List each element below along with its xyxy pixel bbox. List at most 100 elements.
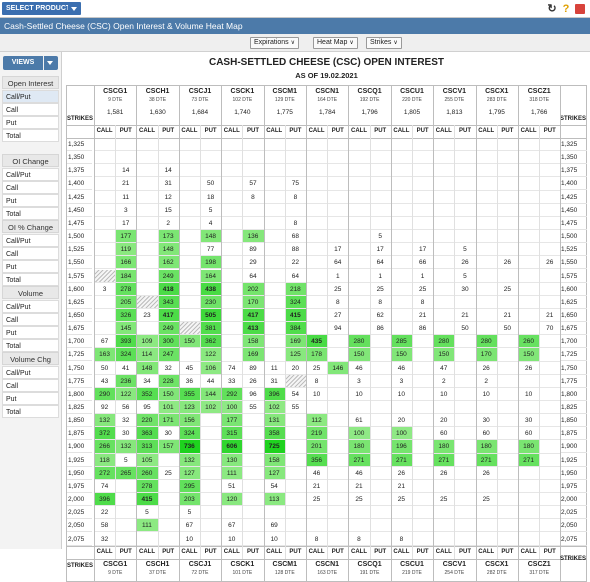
call-column-header: CALL	[520, 128, 537, 134]
sidebar-item-put[interactable]: Put	[2, 194, 59, 207]
sidebar-item-put[interactable]: Put	[2, 326, 59, 339]
strike-label: 1,700	[560, 335, 587, 349]
views-button[interactable]: VIEWS	[3, 56, 43, 70]
put-oi-cell-empty	[496, 467, 518, 480]
strike-label: 1,750	[67, 362, 92, 375]
column-divider	[221, 85, 223, 582]
sidebar-item-call[interactable]: Call	[2, 313, 59, 326]
put-oi-cell-empty	[454, 388, 476, 401]
sidebar-item-put[interactable]: Put	[2, 116, 59, 129]
put-oi-cell: 75	[284, 177, 306, 191]
sidebar-item-put[interactable]: Put	[2, 392, 59, 405]
strikes-label-left: STRIKES	[67, 116, 94, 122]
help-icon[interactable]: ?	[560, 3, 572, 15]
put-oi-cell: 21	[412, 309, 434, 323]
call-oi-cell: 50	[94, 362, 116, 375]
call-oi-cell: 8	[348, 533, 370, 546]
sidebar-item-call-put[interactable]: Call/Put	[2, 234, 59, 247]
call-column-header: CALL	[96, 128, 113, 134]
call-oi-cell: 102	[263, 401, 285, 415]
put-oi-cell-empty	[412, 519, 434, 533]
expiration-symbol-footer: CSCZ1	[527, 560, 551, 568]
sidebar-item-call-put[interactable]: Call/Put	[2, 168, 59, 181]
column-divider	[390, 85, 392, 582]
call-oi-cell-empty	[178, 270, 200, 283]
sidebar-item-call[interactable]: Call	[2, 181, 59, 194]
chart-title: CASH-SETTLED CHEESE (CSC) OPEN INTEREST	[208, 57, 445, 68]
call-oi-cell-empty	[433, 519, 455, 533]
put-oi-cell: 1	[327, 270, 349, 283]
call-oi-cell: 26	[475, 362, 497, 375]
put-oi-cell-empty	[369, 217, 391, 231]
call-oi-cell-empty	[475, 243, 497, 257]
call-oi-cell-empty	[433, 191, 455, 204]
put-oi-cell-empty	[242, 454, 264, 467]
sidebar-item-total[interactable]: Total	[2, 273, 59, 286]
sidebar-item-call-put[interactable]: Call/Put	[2, 90, 59, 103]
call-oi-cell-empty	[390, 151, 412, 165]
strikes-dropdown[interactable]: Strikes ∨	[366, 37, 402, 49]
call-column-header: CALL	[181, 128, 198, 134]
call-oi-cell-empty	[306, 164, 328, 178]
strike-label: 1,875	[560, 427, 587, 441]
call-oi-cell-empty	[390, 138, 412, 152]
sidebar-item-put[interactable]: Put	[2, 260, 59, 273]
call-column-header: CALL	[478, 128, 495, 134]
put-oi-cell-empty	[412, 362, 434, 375]
call-oi-cell-empty	[475, 217, 497, 231]
sidebar-item-total[interactable]: Total	[2, 339, 59, 352]
heatmap-dropdown[interactable]: Heat Map ∨	[313, 37, 358, 49]
strike-label: 1,375	[560, 164, 587, 178]
put-oi-cell-empty	[412, 348, 434, 362]
put-oi-cell: 44	[200, 375, 222, 388]
strike-label: 1,900	[67, 440, 92, 454]
put-oi-cell-empty	[412, 414, 434, 428]
call-oi-cell-empty	[390, 309, 412, 323]
call-oi-cell: 396	[263, 387, 285, 401]
put-oi-cell-empty	[454, 138, 476, 152]
put-oi-cell-empty	[412, 151, 434, 165]
strike-label: 1,550	[67, 256, 92, 270]
call-oi-cell: 105	[136, 453, 158, 467]
sidebar-section-volume-chg: Volume Chg	[2, 352, 59, 365]
call-oi-cell: 123	[178, 401, 200, 415]
sidebar-item-call-put[interactable]: Call/Put	[2, 366, 59, 379]
put-oi-cell: 278	[115, 282, 137, 296]
select-product-dropdown-icon[interactable]	[68, 2, 81, 15]
call-oi-cell-empty	[518, 506, 540, 520]
sidebar-item-call[interactable]: Call	[2, 103, 59, 116]
sidebar-item-total[interactable]: Total	[2, 207, 59, 220]
strike-label: 1,725	[67, 348, 92, 362]
strike-label: 1,550	[560, 256, 587, 270]
call-oi-cell-empty	[221, 506, 243, 520]
sidebar-item-call[interactable]: Call	[2, 379, 59, 392]
call-put-divider	[157, 125, 159, 559]
expirations-dropdown[interactable]: Expirations ∨	[250, 37, 300, 49]
strike-label: 1,325	[67, 138, 92, 151]
expiration-dte: 255 DTE	[444, 97, 465, 103]
views-dropdown-icon[interactable]	[44, 56, 58, 70]
put-oi-cell-empty	[454, 296, 476, 309]
call-oi-cell-empty	[178, 309, 200, 323]
put-oi-cell-empty	[242, 217, 264, 231]
put-oi-cell-empty	[242, 506, 264, 520]
call-oi-cell: 150	[433, 348, 455, 362]
sidebar-item-total[interactable]: Total	[2, 129, 59, 142]
select-product-button[interactable]: SELECT PRODUCT	[2, 2, 75, 15]
column-divider	[433, 85, 435, 582]
sidebar-item-total[interactable]: Total	[2, 405, 59, 418]
call-oi-cell-empty	[306, 309, 328, 323]
call-oi-cell-empty	[94, 217, 116, 231]
put-oi-cell-empty	[454, 204, 476, 217]
call-oi-cell-empty	[136, 533, 158, 546]
refresh-icon[interactable]: ↻	[546, 3, 558, 15]
call-oi-cell-empty	[94, 256, 116, 270]
pdf-export-icon[interactable]	[575, 4, 585, 14]
put-oi-cell: 505	[200, 308, 222, 323]
strike-label: 1,850	[67, 414, 92, 428]
sidebar-item-call[interactable]: Call	[2, 247, 59, 260]
call-oi-cell: 61	[348, 414, 370, 428]
sidebar-item-call-put[interactable]: Call/Put	[2, 300, 59, 313]
put-column-header: PUT	[331, 128, 344, 134]
call-oi-cell: 26	[518, 362, 540, 375]
